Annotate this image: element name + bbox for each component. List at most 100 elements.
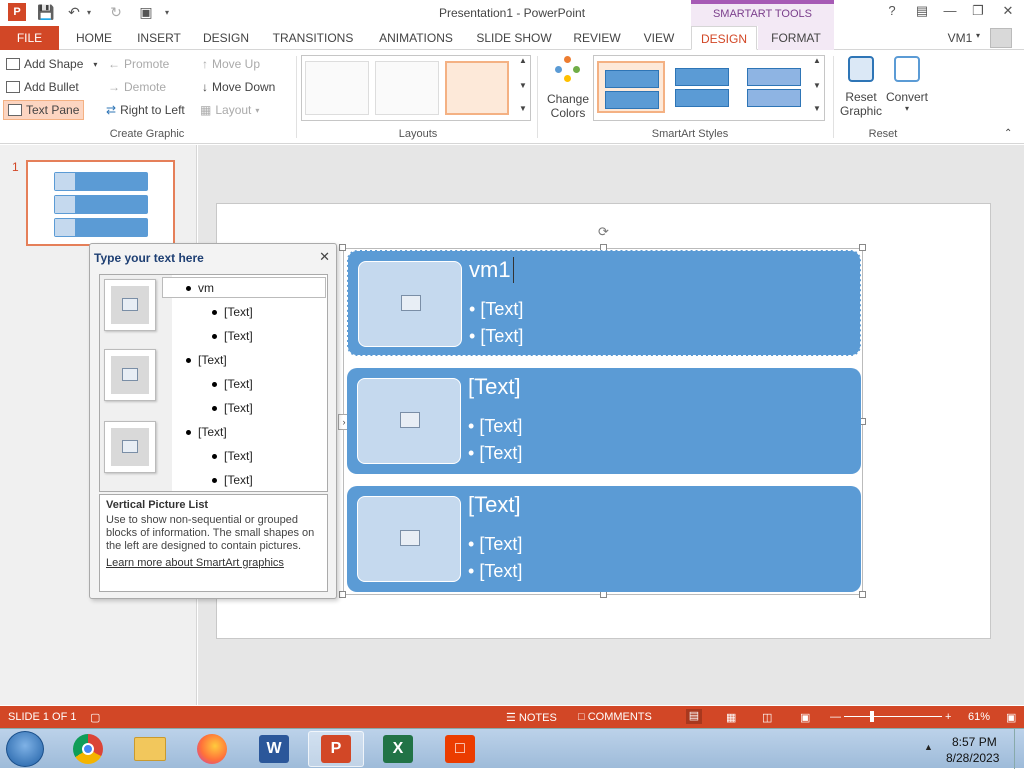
text-pane-item[interactable]: [Text] [212,473,253,487]
spell-check-icon[interactable]: ▢ [90,711,100,724]
layout-option-1[interactable] [305,61,369,115]
tab-insert[interactable]: INSERT [132,26,186,50]
start-button[interactable] [6,731,44,767]
slide-thumbnail[interactable] [26,160,175,246]
text-pane-button[interactable]: Text Pane [3,100,85,120]
change-colors-button[interactable]: Change Colors [543,56,593,122]
tab-file[interactable]: FILE [0,26,59,50]
resize-handle[interactable] [859,244,866,251]
text-pane-item[interactable]: [Text] [212,401,253,415]
resize-handle[interactable] [339,591,346,598]
show-hidden-icons-icon[interactable]: ▲ [924,742,933,752]
picture-placeholder[interactable] [358,261,462,347]
picture-thumbnail[interactable] [104,421,156,473]
text-pane-item[interactable]: [Text] [212,377,253,391]
style-option-1[interactable] [597,61,665,113]
show-desktop-button[interactable] [1014,729,1024,769]
styles-scroll-down-icon[interactable]: ▼ [813,81,821,90]
word-taskbar-icon[interactable]: W [246,731,302,767]
zoom-slider-thumb[interactable] [870,711,874,722]
reading-view-icon[interactable]: ◫ [762,711,772,724]
collapse-ribbon-icon[interactable]: ⌃ [1004,128,1012,139]
picture-thumbnail[interactable] [104,279,156,331]
row-heading[interactable]: vm1 [469,257,514,283]
move-up-button[interactable]: ↑ Move Up [202,54,260,74]
normal-view-icon[interactable]: ▤ [686,709,702,724]
clock-time[interactable]: 8:57 PM [952,735,997,749]
move-down-button[interactable]: ↓ Move Down [202,77,275,97]
tab-transitions[interactable]: TRANSITIONS [266,26,360,50]
text-pane-editor[interactable]: vm [Text] [Text] [Text] [Text] [Text] [T… [99,274,328,492]
clock-date[interactable]: 8/28/2023 [946,751,999,765]
layout-option-2[interactable] [375,61,439,115]
row-bullet[interactable]: • [Text] [469,299,523,320]
restore-icon[interactable]: ❐ [966,3,990,21]
rotate-handle-icon[interactable]: ⟳ [598,224,609,240]
excel-taskbar-icon[interactable]: X [370,731,426,767]
text-pane-item[interactable]: [Text] [212,305,253,319]
tab-home[interactable]: HOME [68,26,120,50]
row-bullet[interactable]: • [Text] [468,443,522,464]
layouts-more-icon[interactable]: ▼ [519,104,527,113]
resize-handle[interactable] [600,591,607,598]
row-bullet[interactable]: • [Text] [468,416,522,437]
tab-view[interactable]: VIEW [636,26,682,50]
tab-slide-show[interactable]: SLIDE SHOW [472,26,556,50]
layout-button[interactable]: ▦ Layout ▾ [200,100,259,120]
convert-button[interactable]: Convert ▾ [884,56,930,113]
row-heading[interactable]: [Text] [468,492,521,518]
text-pane-item[interactable]: [Text] [186,353,227,367]
resize-handle[interactable] [859,591,866,598]
ribbon-display-options-icon[interactable]: ▤ [910,3,934,21]
picture-placeholder[interactable] [357,378,461,464]
reset-graphic-button[interactable]: Reset Graphic [838,56,884,118]
text-pane-item[interactable]: [Text] [186,425,227,439]
row-bullet[interactable]: • [Text] [469,326,523,347]
layouts-scroll-up-icon[interactable]: ▲ [519,56,527,65]
tab-smartart-design[interactable]: DESIGN [691,26,757,50]
tab-animations[interactable]: ANIMATIONS [370,26,462,50]
resize-handle[interactable] [339,244,346,251]
close-icon[interactable]: ✕ [996,3,1020,21]
tab-design[interactable]: DESIGN [198,26,254,50]
style-option-3[interactable] [741,61,809,113]
add-shape-button[interactable]: Add Shape ▾ [6,54,97,74]
learn-more-link[interactable]: Learn more about SmartArt graphics [106,557,321,569]
notes-button[interactable]: ☰ NOTES [506,711,557,724]
text-pane-item[interactable]: [Text] [212,329,253,343]
styles-more-icon[interactable]: ▼ [813,104,821,113]
office-taskbar-icon[interactable]: □ [432,731,488,767]
user-account[interactable]: VM1 [940,26,980,50]
help-button[interactable]: ? [880,3,904,21]
smartart-row[interactable]: [Text] • [Text] • [Text] [347,486,861,592]
zoom-out-icon[interactable]: — [830,711,841,723]
close-icon[interactable]: ✕ [319,249,330,265]
smartart-row[interactable]: [Text] • [Text] • [Text] [347,368,861,474]
minimize-icon[interactable]: — [938,3,962,21]
row-bullet[interactable]: • [Text] [468,561,522,582]
zoom-slider[interactable] [844,716,942,717]
zoom-level[interactable]: 61% [968,711,990,723]
firefox-taskbar-icon[interactable] [184,731,240,767]
user-dropdown-icon[interactable]: ▾ [976,31,980,40]
tab-review[interactable]: REVIEW [566,26,628,50]
styles-scroll-up-icon[interactable]: ▲ [813,56,821,65]
zoom-in-icon[interactable]: + [945,711,951,723]
tab-smartart-format[interactable]: FORMAT [758,26,834,50]
powerpoint-taskbar-icon[interactable]: P [308,731,364,767]
picture-placeholder[interactable] [357,496,461,582]
avatar[interactable] [990,28,1012,48]
text-pane-item[interactable]: [Text] [212,449,253,463]
chrome-taskbar-icon[interactable] [60,731,116,767]
layouts-scroll-down-icon[interactable]: ▼ [519,81,527,90]
picture-thumbnail[interactable] [104,349,156,401]
slide-show-view-icon[interactable]: ▣ [800,711,810,724]
text-pane-item[interactable]: vm [186,281,214,295]
row-bullet[interactable]: • [Text] [468,534,522,555]
comments-button[interactable]: □ COMMENTS [578,711,652,723]
slide-sorter-view-icon[interactable]: ▦ [726,711,736,724]
promote-button[interactable]: ← Promote [108,54,169,74]
fit-slide-icon[interactable]: ▣ [1006,711,1016,724]
file-explorer-taskbar-icon[interactable] [122,731,178,767]
layout-option-vertical-picture-list[interactable] [445,61,509,115]
